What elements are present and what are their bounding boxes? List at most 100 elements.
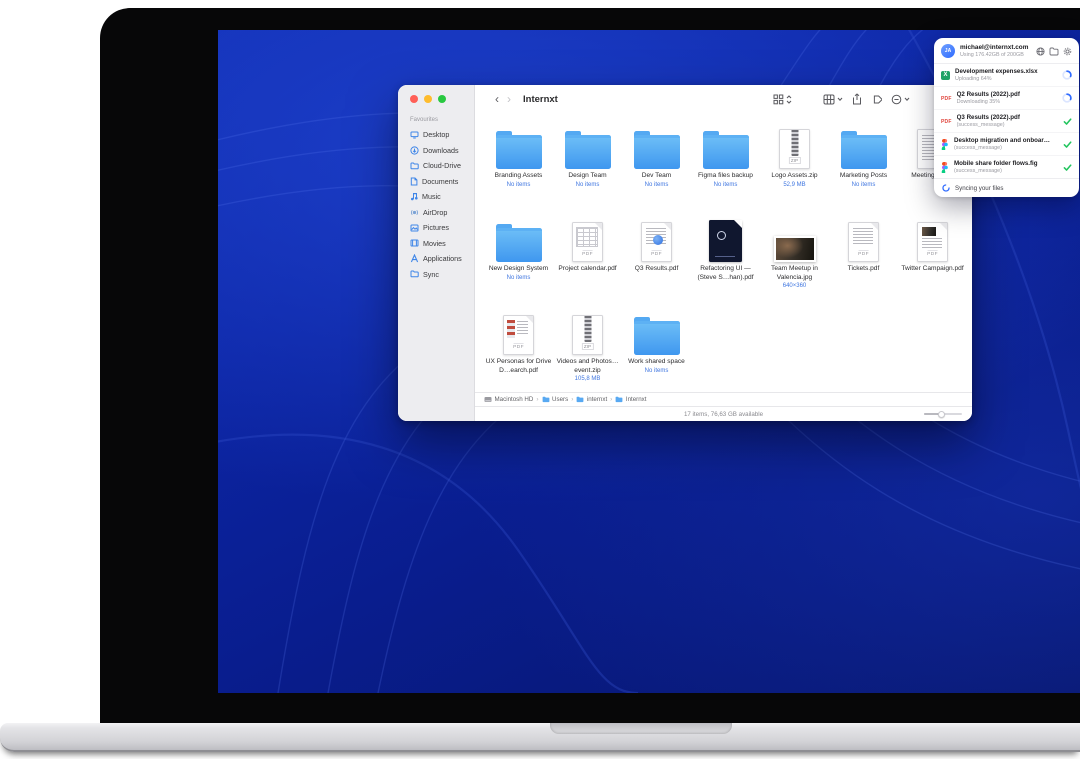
progress-spinner-icon <box>1062 70 1072 80</box>
sidebar-item-sync[interactable]: Sync <box>410 267 474 283</box>
file-item[interactable]: PDFTickets.pdf <box>829 214 898 307</box>
folder-icon <box>565 123 611 169</box>
account-info: michael@internxt.com Using 176.42GB of 2… <box>960 44 1028 58</box>
pdf-photo-icon: PDF <box>917 216 948 262</box>
sidebar-item-airdrop[interactable]: AirDrop <box>410 205 474 221</box>
tag-icon[interactable] <box>871 94 882 105</box>
sync-item[interactable]: PDFQ2 Results (2022).pdfDownloading 35% <box>934 87 1079 110</box>
slider-knob[interactable] <box>938 411 945 418</box>
sidebar-item-label: Desktop <box>423 130 449 139</box>
status-bar: 17 items, 76,63 GB available <box>475 406 972 421</box>
laptop-lid-notch <box>550 723 732 734</box>
sidebar-item-label: Cloud-Drive <box>423 161 461 170</box>
folder-icon <box>634 123 680 169</box>
file-item[interactable]: Team Meetup in Valencia.jpg640×360 <box>760 214 829 307</box>
sidebar-item-pictures[interactable]: Pictures <box>410 220 474 236</box>
group-by-icon[interactable] <box>823 94 843 105</box>
file-item[interactable]: PDFQ3 Results.pdf <box>622 214 691 307</box>
sync-item-texts: Development expenses.xlsxUploading 64% <box>955 68 1057 82</box>
zoom-button[interactable] <box>438 95 446 103</box>
folder-icon <box>496 123 542 169</box>
file-meta: 52,9 MB <box>783 182 805 188</box>
traffic-lights <box>410 95 474 103</box>
breadcrumb-item[interactable]: Macintosh HD <box>484 396 533 403</box>
laptop-base <box>0 723 1080 752</box>
folder-icon <box>703 123 749 169</box>
folder-icon[interactable] <box>1049 47 1059 56</box>
file-item[interactable]: New Design SystemNo items <box>484 214 553 307</box>
more-actions-icon[interactable] <box>891 94 910 105</box>
pdf-sheet-icon: PDF <box>572 216 603 262</box>
file-meta: No items <box>852 182 876 188</box>
breadcrumb-item[interactable]: Users <box>542 396 569 403</box>
file-meta: No items <box>645 182 669 188</box>
disk-icon <box>484 396 492 403</box>
sidebar-item-downloads[interactable]: Downloads <box>410 143 474 159</box>
file-item[interactable]: PDF UX Personas for Drive D…earch.pdf <box>484 307 553 392</box>
breadcrumb-separator: › <box>536 396 538 403</box>
breadcrumb-separator: › <box>571 396 573 403</box>
account-email: michael@internxt.com <box>960 44 1028 51</box>
breadcrumb-item[interactable]: internxt <box>576 396 607 403</box>
file-item[interactable]: PDFProject calendar.pdf <box>553 214 622 307</box>
sync-item[interactable]: Development expenses.xlsxUploading 64% <box>934 64 1079 87</box>
file-item[interactable]: PDFTwitter Campaign.pdf <box>898 214 967 307</box>
breadcrumb-item[interactable]: Internxt <box>615 396 646 403</box>
pdf-persona-icon: PDF <box>503 309 534 355</box>
movies-icon <box>410 239 419 247</box>
avatar: JA <box>941 44 955 58</box>
pdf-icon: PDF <box>848 216 879 262</box>
file-name: UX Personas for Drive D…earch.pdf <box>486 358 552 375</box>
file-item[interactable]: Dev TeamNo items <box>622 121 691 214</box>
file-item[interactable]: Work shared spaceNo items <box>622 307 691 392</box>
file-name: Branding Assets <box>495 172 543 181</box>
share-icon[interactable] <box>852 93 862 105</box>
sidebar-item-movies[interactable]: Movies <box>410 236 474 252</box>
sync-item-status: Uploading 64% <box>955 76 1057 82</box>
file-item[interactable]: Design TeamNo items <box>553 121 622 214</box>
folder-icon <box>410 162 419 170</box>
close-button[interactable] <box>410 95 418 103</box>
sidebar-item-music[interactable]: Music <box>410 189 474 205</box>
sidebar-item-label: Movies <box>423 239 446 248</box>
figma-file-icon <box>941 139 949 150</box>
sync-item-texts: Desktop migration and onboardi…(success_… <box>954 137 1058 151</box>
forward-button[interactable]: › <box>503 93 515 105</box>
file-name: Q3 Results.pdf <box>635 265 679 274</box>
music-icon <box>410 192 418 201</box>
globe-icon[interactable] <box>1036 47 1045 56</box>
sidebar-item-documents[interactable]: Documents <box>410 174 474 190</box>
sidebar-item-desktop[interactable]: Desktop <box>410 127 474 143</box>
sidebar-item-applications[interactable]: Applications <box>410 251 474 267</box>
breadcrumb-label: internxt <box>587 396 607 403</box>
view-as-grid-icon[interactable] <box>773 94 792 105</box>
breadcrumb-label: Users <box>552 396 568 403</box>
sync-item-texts: Q3 Results (2022).pdf(success_message) <box>957 114 1058 128</box>
sync-item[interactable]: PDFQ3 Results (2022).pdf(success_message… <box>934 110 1079 133</box>
file-name: Marketing Posts <box>840 172 887 181</box>
folder-icon <box>634 309 680 355</box>
pdf-file-icon: PDF <box>941 95 952 102</box>
file-name: Refactoring UI — (Steve S…han).pdf <box>693 265 759 282</box>
status-summary: 17 items, 76,63 GB available <box>684 411 763 418</box>
file-item[interactable]: ZIPLogo Assets.zip52,9 MB <box>760 121 829 214</box>
minimize-button[interactable] <box>424 95 432 103</box>
file-name: Work shared space <box>628 358 685 367</box>
file-item[interactable]: Branding AssetsNo items <box>484 121 553 214</box>
icon-size-slider[interactable] <box>924 413 962 415</box>
file-item[interactable]: Refactoring UI — (Steve S…han).pdf <box>691 214 760 307</box>
sidebar-items: Desktop Downloads Cloud-Drive DocumentsMusi… <box>410 127 474 282</box>
sync-item[interactable]: Mobile share folder flows.fig(success_me… <box>934 156 1079 178</box>
gear-icon[interactable] <box>1063 47 1072 56</box>
back-button[interactable]: ‹ <box>491 93 503 105</box>
file-item[interactable]: Figma files backupNo items <box>691 121 760 214</box>
file-item[interactable]: Marketing PostsNo items <box>829 121 898 214</box>
sidebar-item-cloud-drive[interactable]: Cloud-Drive <box>410 158 474 174</box>
figma-file-icon <box>941 162 949 173</box>
finder-toolbar: ‹ › Internxt <box>475 85 972 113</box>
window-title: Internxt <box>523 94 558 105</box>
file-item[interactable]: ZIPVideos and Photos…event.zip105,8 MB <box>553 307 622 392</box>
sync-item-name: Development expenses.xlsx <box>955 68 1051 75</box>
document-icon <box>410 177 418 186</box>
sync-item[interactable]: Desktop migration and onboardi…(success_… <box>934 133 1079 156</box>
